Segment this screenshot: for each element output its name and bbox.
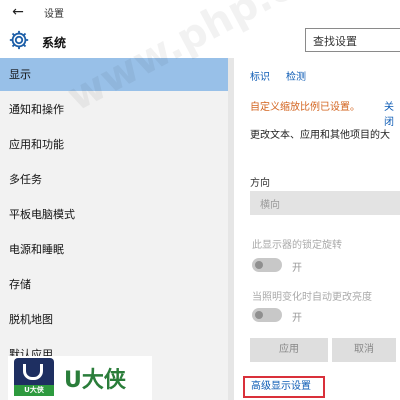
lock-rotation-state: 开 [292, 263, 302, 274]
back-arrow-icon[interactable]: ← [8, 2, 28, 22]
detect-link[interactable]: 检测 [286, 68, 306, 83]
lock-rotation-toggle[interactable] [252, 258, 282, 272]
display-settings-panel: 标识 检测 自定义缩放比例已设置。 关闭 更改文本、应用和其他项目的大 方向 横… [240, 58, 400, 400]
sidebar-item-display[interactable]: 显示 [0, 58, 234, 91]
auto-brightness-state: 开 [292, 313, 302, 324]
identify-link[interactable]: 标识 [250, 68, 270, 83]
apply-button[interactable]: 应用 [250, 338, 328, 362]
toggle-knob [255, 311, 263, 319]
sidebar-item-offline-maps[interactable]: 脱机地图 [0, 303, 234, 336]
sidebar-item-tablet-mode[interactable]: 平板电脑模式 [0, 198, 234, 231]
logo-badge-label: U大侠 [14, 385, 54, 396]
sidebar-item-storage[interactable]: 存储 [0, 268, 234, 301]
text-size-label: 更改文本、应用和其他项目的大 [250, 130, 390, 141]
page-header: 系统 查找设置 [0, 24, 400, 58]
sidebar-scrollbar[interactable] [228, 58, 234, 400]
orientation-select[interactable]: 横向 [250, 191, 400, 215]
sidebar: 显示 通知和操作 应用和功能 多任务 平板电脑模式 电源和睡眠 存储 脱机地图 … [0, 58, 234, 400]
sidebar-item-notifications[interactable]: 通知和操作 [0, 93, 234, 126]
toggle-knob [255, 261, 263, 269]
logo-u-shape [23, 364, 43, 380]
cancel-button[interactable]: 取消 [332, 338, 396, 362]
lock-rotation-label: 此显示器的锁定旋转 [252, 240, 342, 251]
section-title: 系统 [42, 36, 67, 50]
custom-scale-notice: 自定义缩放比例已设置。 [250, 102, 360, 113]
sidebar-item-power-sleep[interactable]: 电源和睡眠 [0, 233, 234, 266]
orientation-label: 方向 [250, 178, 270, 189]
window-title: 设置 [44, 9, 64, 20]
advanced-display-settings-link[interactable]: 高级显示设置 [243, 376, 325, 398]
brand-logo: U大侠 U大侠 [8, 356, 152, 400]
auto-brightness-label: 当照明变化时自动更改亮度 [252, 292, 372, 303]
auto-brightness-toggle[interactable] [252, 308, 282, 322]
custom-scale-off-link[interactable]: 关闭 [384, 98, 400, 128]
sidebar-item-apps[interactable]: 应用和功能 [0, 128, 234, 161]
sidebar-item-multitasking[interactable]: 多任务 [0, 163, 234, 196]
search-input[interactable]: 查找设置 [305, 28, 400, 52]
title-bar: ← 设置 [0, 0, 400, 24]
logo-badge-icon: U大侠 [14, 358, 54, 396]
gear-icon [9, 30, 29, 50]
logo-text: U大侠 [64, 368, 126, 393]
